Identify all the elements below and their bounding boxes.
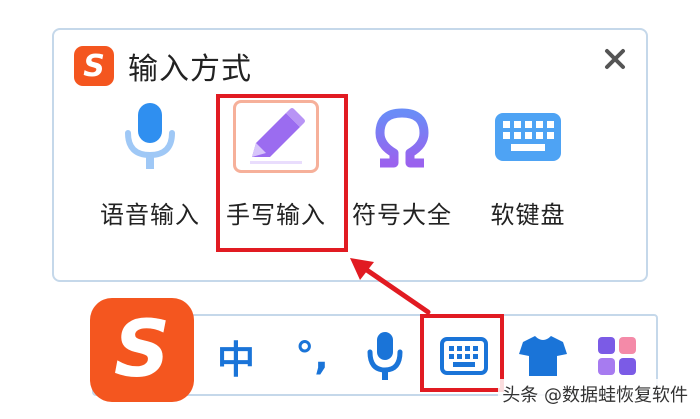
tool-label: 语音输入 [100, 201, 200, 229]
punctuation-toggle[interactable]: °, [282, 328, 342, 384]
keyboard-icon [485, 100, 571, 173]
tool-label: 符号大全 [352, 201, 452, 229]
voice-button[interactable] [360, 328, 410, 384]
popup-title: 输入方式 [128, 52, 252, 87]
omega-icon [359, 100, 445, 173]
watermark: 头条 @数据蛙恢复软件 [498, 379, 692, 409]
input-method-popup: S 输入方式 语音输入 手写输入 符号大全 软键盘 [52, 28, 648, 282]
tool-label: 软键盘 [490, 201, 566, 229]
highlight-handwriting [216, 94, 348, 252]
close-button[interactable] [600, 44, 630, 74]
microphone-icon [107, 100, 193, 173]
sogou-logo-icon[interactable]: S [90, 298, 194, 402]
tool-soft-keyboard[interactable]: 软键盘 [468, 100, 588, 230]
chinese-mode-toggle[interactable]: 中 [208, 328, 264, 384]
microphone-icon [367, 332, 403, 380]
toolbox-button[interactable] [590, 328, 644, 384]
close-icon [605, 49, 625, 69]
tool-symbols[interactable]: 符号大全 [342, 100, 462, 230]
highlight-keyboard [420, 314, 504, 392]
tool-voice-input[interactable]: 语音输入 [90, 100, 210, 230]
tshirt-icon [519, 336, 567, 376]
sogou-logo-icon: S [74, 46, 114, 86]
apps-grid-icon [598, 337, 636, 375]
skin-button[interactable] [516, 328, 570, 384]
arrow-icon [350, 258, 431, 315]
popup-header: S 输入方式 [74, 46, 252, 87]
